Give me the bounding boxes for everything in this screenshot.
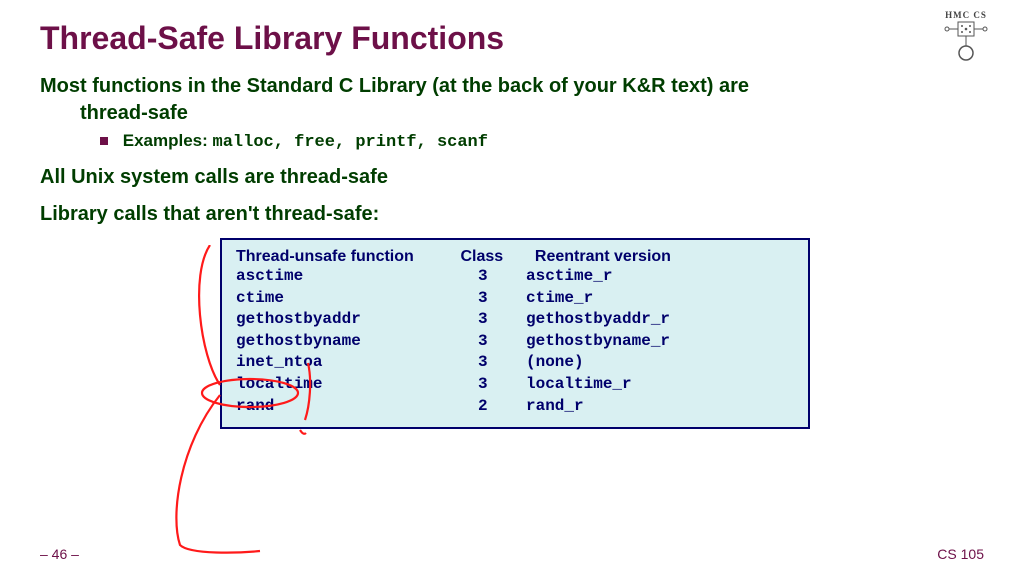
hmc-cs-logo: HMC CS (938, 10, 994, 66)
table-row: gethostbyaddr3gethostbyaddr_r (236, 309, 794, 331)
point-stdlib-line2: thread-safe (40, 102, 984, 125)
table-row: inet_ntoa3(none) (236, 352, 794, 374)
table-row: ctime3ctime_r (236, 288, 794, 310)
bullet-icon (100, 137, 108, 145)
table-row: gethostbyname3gethostbyname_r (236, 331, 794, 353)
examples-list: malloc, free, printf, scanf (213, 133, 488, 152)
point-unsafe: Library calls that aren't thread-safe: (40, 203, 984, 226)
table-row: rand2rand_r (236, 396, 794, 418)
table-row: localtime3localtime_r (236, 374, 794, 396)
slide-title: Thread-Safe Library Functions (40, 20, 984, 57)
point-unix: All Unix system calls are thread-safe (40, 166, 984, 189)
col-header-function: Thread-unsafe function (236, 248, 456, 266)
examples-line: Examples: malloc, free, printf, scanf (100, 131, 984, 152)
table-header-row: Thread-unsafe function Class Reentrant v… (236, 248, 794, 266)
point-stdlib-line1: Most functions in the Standard C Library… (40, 75, 984, 98)
col-header-reentrant: Reentrant version (535, 248, 735, 266)
page-number: – 46 – (40, 546, 79, 562)
unsafe-functions-table: Thread-unsafe function Class Reentrant v… (220, 238, 810, 429)
course-label: CS 105 (937, 546, 984, 562)
col-header-class: Class (460, 248, 530, 266)
table-row: asctime3asctime_r (236, 266, 794, 288)
slide-footer: – 46 – CS 105 (40, 546, 984, 562)
examples-label: Examples: (123, 131, 208, 150)
